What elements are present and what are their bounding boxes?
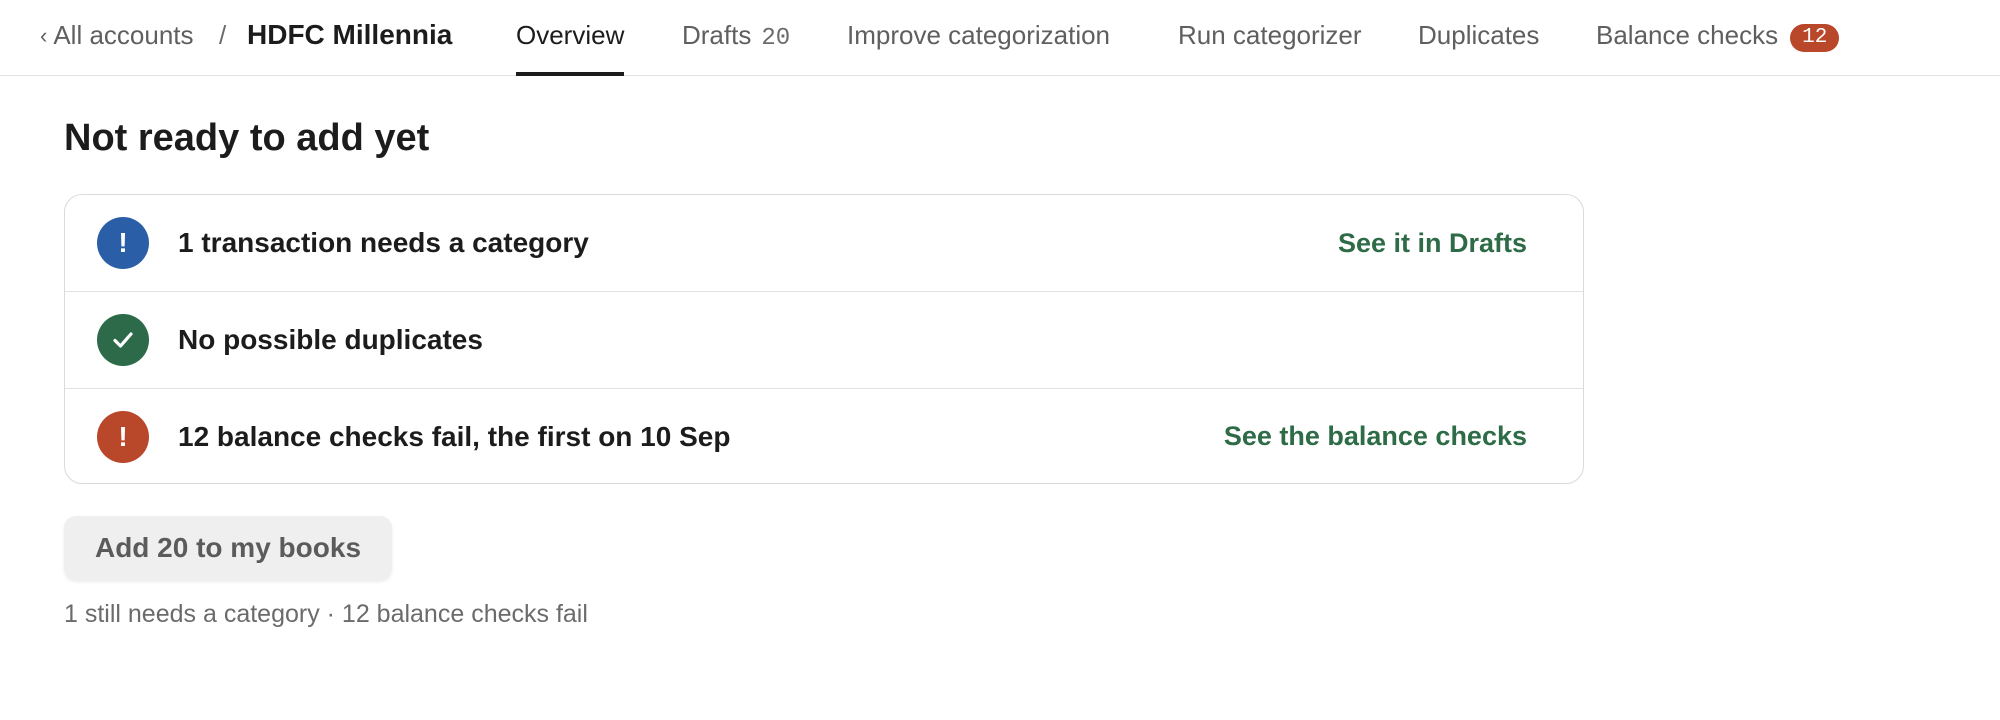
tab-overview-label: Overview (516, 20, 625, 50)
check-label: 1 transaction needs a category (178, 227, 589, 258)
breadcrumb-separator: / (219, 20, 227, 50)
tab-drafts[interactable]: Drafts 20 (682, 20, 790, 76)
tab-balance-checks[interactable]: Balance checks 12 (1596, 20, 1840, 76)
tab-overview[interactable]: Overview (516, 20, 625, 76)
tab-drafts-label: Drafts (682, 20, 752, 50)
see-in-drafts-link[interactable]: See it in Drafts (1338, 228, 1527, 259)
page-title: Not ready to add yet (64, 117, 430, 159)
account-name: HDFC Millennia (247, 19, 453, 50)
check-icon (97, 313, 149, 366)
status-summary: 1 still needs a category · 12 balance ch… (64, 600, 588, 628)
add-to-books-button[interactable]: Add 20 to my books (64, 516, 392, 580)
check-row-category: ! 1 transaction needs a category See it … (65, 195, 1583, 291)
see-balance-checks-link[interactable]: See the balance checks (1224, 421, 1527, 452)
back-to-all-accounts-link[interactable]: ‹ All accounts (40, 20, 194, 51)
check-label: 12 balance checks fail, the first on 10 … (178, 420, 731, 452)
top-navigation: ‹ All accounts / HDFC Millennia Overview… (0, 0, 2000, 76)
tab-improve-categorization[interactable]: Improve categorization (847, 20, 1110, 76)
back-link-label: All accounts (53, 20, 194, 50)
tab-run-categorizer-label: Run categorizer (1178, 20, 1362, 50)
check-row-duplicates: No possible duplicates (65, 291, 1583, 387)
readiness-checks-card: ! 1 transaction needs a category See it … (64, 194, 1584, 484)
tab-improve-categorization-label: Improve categorization (847, 20, 1111, 50)
exclamation-icon: ! (97, 410, 149, 463)
chevron-left-icon: ‹ (40, 22, 48, 48)
check-label: No possible duplicates (178, 323, 483, 355)
check-row-balance: ! 12 balance checks fail, the first on 1… (65, 388, 1583, 483)
balance-checks-badge: 12 (1790, 24, 1840, 52)
drafts-count: 20 (761, 25, 791, 52)
tab-duplicates-label: Duplicates (1418, 20, 1540, 50)
tab-run-categorizer[interactable]: Run categorizer (1178, 20, 1362, 76)
tab-duplicates[interactable]: Duplicates (1418, 20, 1539, 76)
tab-balance-checks-label: Balance checks (1596, 20, 1779, 50)
exclamation-icon: ! (97, 217, 149, 269)
